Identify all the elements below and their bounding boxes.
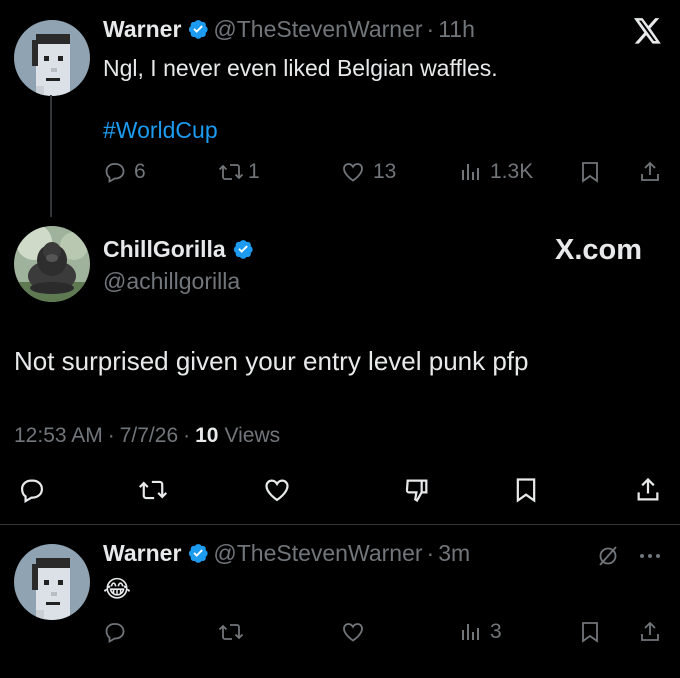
tweet-time[interactable]: 12:53 AM [14,424,103,447]
tweet-meta: 12:53 AM · 7/7/26 · 10 Views [14,424,280,448]
views-button[interactable]: 1.3K [459,160,533,184]
tweet-time[interactable]: 11h [438,16,475,42]
reply-tweet-text: 😂 [103,576,132,603]
heart-icon [262,476,292,504]
share-button[interactable] [638,160,662,184]
reply-button[interactable]: 6 [103,160,146,184]
author-name[interactable]: ChillGorilla [103,236,226,262]
author-handle[interactable]: @TheStevenWarner [213,16,422,42]
bookmark-button[interactable] [578,160,602,184]
analytics-icon [459,620,483,644]
reply-button[interactable] [103,620,127,644]
retweet-button[interactable] [138,476,168,504]
like-button[interactable] [340,620,366,644]
reply-icon [103,620,127,644]
bookmark-button[interactable] [512,476,540,504]
separator-dot: · [426,16,435,42]
author-handle[interactable]: @achillgorilla [103,268,240,295]
analytics-icon [459,160,483,184]
share-icon [634,476,662,504]
retweet-icon [218,160,244,184]
retweet-button[interactable]: 1 [218,160,260,184]
author-handle[interactable]: @TheStevenWarner [213,540,422,566]
views-label: Views [224,424,281,447]
avatar-chillgorilla[interactable] [14,226,90,302]
punk-avatar-icon [14,20,90,96]
main-tweet-text: Not surprised given your entry level pun… [14,346,529,376]
thread-line [50,95,52,217]
more-options-icon[interactable] [638,552,662,560]
thumbs-down-icon [402,476,432,504]
like-button[interactable] [262,476,292,504]
view-count: 1.3K [490,160,534,183]
reply-tweet-header: Warner @TheStevenWarner · 3m [103,540,470,569]
reply-button[interactable] [18,476,46,504]
gorilla-avatar-icon [14,226,90,302]
bookmark-icon [512,476,540,504]
parent-tweet-header: Warner @TheStevenWarner · 11h [103,16,475,45]
bookmark-button[interactable] [578,620,602,644]
separator-dot: · [426,540,435,566]
like-button[interactable]: 13 [340,160,396,184]
heart-icon [340,620,366,644]
author-name[interactable]: Warner [103,540,181,566]
views-count: 10 [195,424,219,447]
retweet-icon [138,476,168,504]
heart-icon [340,160,366,184]
separator-dot: · [183,424,191,447]
x-com-label: X.com [555,234,643,266]
view-count: 3 [490,620,502,643]
tweet-time[interactable]: 3m [438,540,470,566]
share-button[interactable] [634,476,662,504]
bookmark-icon [578,160,602,184]
retweet-button[interactable] [218,620,244,644]
bookmark-icon [578,620,602,644]
reply-count: 6 [134,160,146,183]
punk-avatar-icon [14,544,90,620]
x-logo-icon[interactable] [634,18,662,44]
share-button[interactable] [638,620,662,644]
retweet-icon [218,620,244,644]
verified-badge-icon [187,18,209,45]
tweet-date[interactable]: 7/7/26 [120,424,178,447]
hashtag-link[interactable]: #WorldCup [103,117,218,144]
main-tweet-author[interactable]: ChillGorilla [103,236,258,266]
views-button[interactable]: 3 [459,620,502,644]
separator-dot: · [107,424,115,447]
grok-icon[interactable] [596,544,620,568]
parent-tweet-text: Ngl, I never even liked Belgian waffles. [103,55,498,81]
avatar-warner[interactable] [14,544,90,620]
reply-icon [18,476,46,504]
verified-badge-icon [232,238,254,266]
author-name[interactable]: Warner [103,16,181,42]
verified-badge-icon [187,542,209,569]
share-icon [638,620,662,644]
downvote-button[interactable] [402,476,432,504]
retweet-count: 1 [248,160,260,183]
like-count: 13 [373,160,397,183]
reply-icon [103,160,127,184]
avatar-warner[interactable] [14,20,90,96]
share-icon [638,160,662,184]
divider [0,524,680,525]
